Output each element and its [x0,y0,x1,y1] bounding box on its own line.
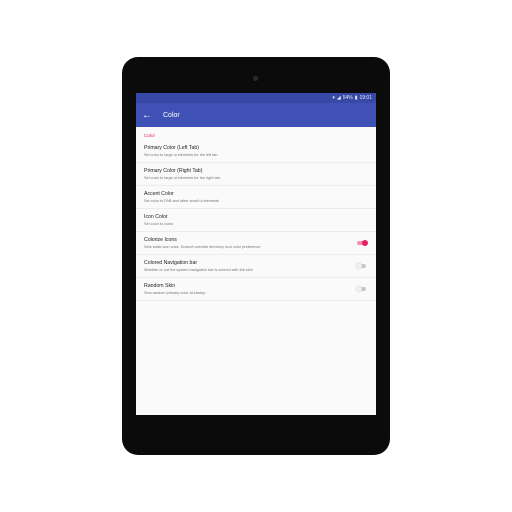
pref-title: Accent Color [144,191,174,197]
pref-primary-color-right[interactable]: Primary Color (Right Tab) Set color to l… [136,163,376,186]
page-title: Color [163,111,180,119]
wifi-icon: ▾ [332,94,335,101]
pref-summary: Set color to icons [144,222,174,226]
switch-knob [356,285,362,292]
colorize-icons-switch[interactable] [357,239,368,246]
arrow-left-icon[interactable]: ← [136,110,158,121]
pref-summary: Sets random primary color at startup [144,291,206,295]
switch-knob [361,239,368,246]
random-skin-switch[interactable] [356,285,366,292]
pref-accent-color[interactable]: Accent Color Set color to FAB and other … [136,186,376,209]
pref-title: Icon Color [144,214,168,220]
front-camera [253,76,258,81]
tablet-frame: ▾ ◢ 54% ▮ 19:01 ← Color Color Primary Co… [122,57,390,455]
preferences-list: Color Primary Color (Left Tab) Set color… [136,127,376,301]
device-screen: ▾ ◢ 54% ▮ 19:01 ← Color Color Primary Co… [136,93,376,415]
battery-icon: ▮ [354,94,358,101]
pref-summary: Whether or not the system navigation bar… [144,268,253,272]
pref-icon-color[interactable]: Icon Color Set color to icons [136,209,376,232]
pref-summary: Set color to large ui elements for the r… [144,176,221,180]
pref-summary: Sets static icon color. Doesn't override… [144,245,261,249]
pref-random-skin[interactable]: Random Skin Sets random primary color at… [136,278,376,301]
pref-summary: Set color to FAB and other small ui elem… [144,199,219,203]
pref-title: Colored Navigation bar [144,260,198,266]
battery-percent: 54% [342,95,353,101]
pref-primary-color-left[interactable]: Primary Color (Left Tab) Set color to la… [136,140,376,163]
pref-colored-navigation-bar[interactable]: Colored Navigation bar Whether or not th… [136,255,376,278]
app-bar: ← Color [136,103,376,127]
status-time: 19:01 [359,95,372,101]
status-bar: ▾ ◢ 54% ▮ 19:01 [136,93,376,103]
pref-colorize-icons[interactable]: Colorize Icons Sets static icon color. D… [136,232,376,255]
pref-title: Primary Color (Right Tab) [144,168,203,174]
pref-title: Colorize Icons [144,237,177,243]
colored-navigation-bar-switch[interactable] [356,262,366,269]
section-header: Color [144,133,155,138]
signal-icon: ◢ [336,94,341,101]
pref-title: Primary Color (Left Tab) [144,145,199,151]
switch-knob [356,262,362,269]
pref-title: Random Skin [144,283,176,289]
pref-summary: Set color to large ui elements for the l… [144,153,218,157]
